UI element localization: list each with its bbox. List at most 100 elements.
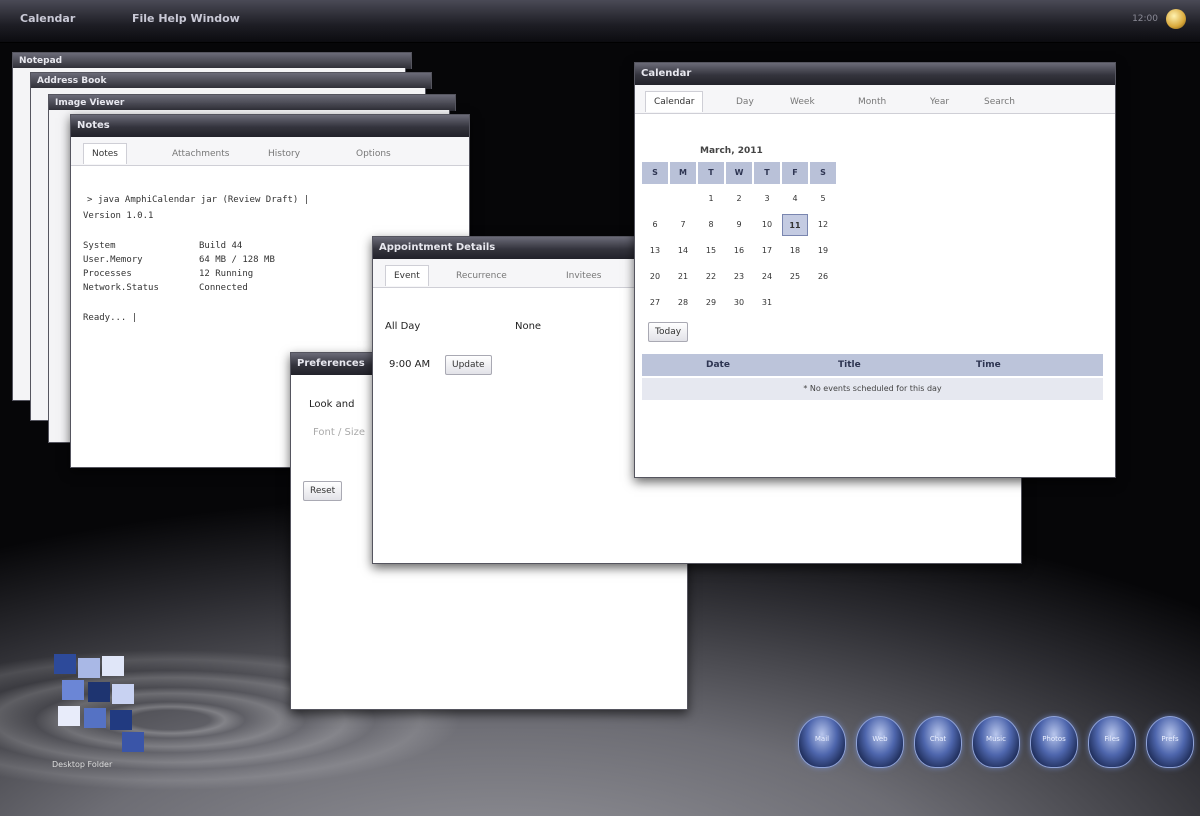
notes-header-line-1: > java AmphiCalendar jar (Review Draft) … (87, 195, 310, 205)
time-value[interactable]: 9:00 AM (389, 359, 430, 370)
event-column-date[interactable]: Date (706, 354, 730, 376)
calendar-day-header: S (810, 162, 836, 184)
calendar-window-title[interactable]: Calendar (635, 63, 1115, 85)
notes-window-title[interactable]: Notes (71, 115, 469, 137)
notes-header-line-2: Version 1.0.1 (83, 211, 154, 221)
tab-invitees[interactable]: Invitees (557, 265, 610, 286)
preferences-label-font: Font / Size (313, 427, 366, 438)
calendar-day[interactable]: 7 (670, 214, 696, 236)
clock-text: 12:00 (1132, 14, 1158, 24)
system-tray-icon[interactable] (1166, 9, 1186, 29)
update-button[interactable]: Update (445, 355, 492, 375)
tab-options[interactable]: Options (347, 143, 400, 164)
event-empty-row: * No events scheduled for this day (642, 378, 1103, 400)
dock-item-label: Photos (1042, 735, 1066, 743)
calendar-day[interactable]: 21 (670, 266, 696, 288)
dock-item-label: Files (1104, 735, 1120, 743)
calendar-day[interactable]: 8 (698, 214, 724, 236)
dock-item-label: Chat (929, 735, 947, 743)
calendar-day[interactable]: 13 (642, 240, 668, 262)
notes-row-label: User.Memory (83, 255, 143, 265)
notes-row-label: Processes (83, 269, 132, 279)
desktop-folder-icon[interactable] (54, 654, 146, 754)
calendar-day[interactable]: 19 (810, 240, 836, 262)
calendar-day[interactable]: 25 (782, 266, 808, 288)
calendar-day-header: T (698, 162, 724, 184)
calendar-month-label: March, 2011 (700, 146, 763, 156)
calendar-day[interactable]: 3 (754, 188, 780, 210)
tab-notes[interactable]: Notes (83, 143, 127, 164)
calendar-day[interactable]: 22 (698, 266, 724, 288)
dock-item-label: Web (872, 735, 888, 743)
notes-footer: Ready... | (83, 313, 138, 323)
today-button[interactable]: Today (648, 322, 689, 342)
top-menu-bar: Calendar File Help Window 12:00 (0, 0, 1200, 43)
calendar-day-today[interactable]: 11 (782, 214, 808, 236)
event-table-header: Date Title Time (642, 354, 1103, 376)
desktop-icon-label: Desktop Folder (52, 760, 113, 769)
calendar-day[interactable]: 9 (726, 214, 752, 236)
calendar-tabs: Calendar Day Week Month Year Search (635, 85, 1115, 114)
dock-item-prefs[interactable]: Prefs (1146, 716, 1194, 768)
calendar-day[interactable]: 30 (726, 292, 752, 314)
tab-year[interactable]: Year (921, 91, 958, 112)
all-day-value[interactable]: None (515, 321, 541, 332)
notes-row-label: Network.Status (83, 283, 159, 293)
calendar-day-header: M (670, 162, 696, 184)
tab-calendar[interactable]: Calendar (645, 91, 704, 112)
calendar-day[interactable]: 6 (642, 214, 668, 236)
notes-row-label: System (83, 241, 116, 251)
dock-item-web[interactable]: Web (856, 716, 904, 768)
calendar-day[interactable]: 27 (642, 292, 668, 314)
calendar-day[interactable]: 29 (698, 292, 724, 314)
window-image-viewer-title[interactable]: Image Viewer (48, 94, 456, 111)
reset-button[interactable]: Reset (303, 481, 343, 501)
calendar-day[interactable]: 1 (698, 188, 724, 210)
calendar-day[interactable]: 12 (810, 214, 836, 236)
calendar-day[interactable]: 14 (670, 240, 696, 262)
menu-calendar[interactable]: Calendar (20, 12, 75, 25)
tab-event[interactable]: Event (385, 265, 429, 286)
dock-item-music[interactable]: Music (972, 716, 1020, 768)
calendar-day[interactable]: 20 (642, 266, 668, 288)
notes-row-value: Connected (199, 283, 248, 293)
dock-item-photos[interactable]: Photos (1030, 716, 1078, 768)
calendar-day[interactable]: 10 (754, 214, 780, 236)
calendar-day[interactable]: 31 (754, 292, 780, 314)
calendar-day[interactable]: 18 (782, 240, 808, 262)
dock-item-chat[interactable]: Chat (914, 716, 962, 768)
dock-item-label: Prefs (1161, 735, 1179, 743)
calendar-day[interactable]: 23 (726, 266, 752, 288)
calendar-day-header: W (726, 162, 752, 184)
menu-file-help-window[interactable]: File Help Window (132, 12, 240, 25)
calendar-day[interactable]: 2 (726, 188, 752, 210)
calendar-day[interactable]: 4 (782, 188, 808, 210)
calendar-day[interactable]: 16 (726, 240, 752, 262)
event-column-time[interactable]: Time (976, 354, 1001, 376)
all-day-label: All Day (385, 321, 421, 332)
event-column-title[interactable]: Title (838, 354, 861, 376)
tab-recurrence[interactable]: Recurrence (447, 265, 516, 286)
window-address-book-title[interactable]: Address Book (30, 72, 432, 89)
calendar-day-header: F (782, 162, 808, 184)
dock-item-mail[interactable]: Mail (798, 716, 846, 768)
calendar-day-header: T (754, 162, 780, 184)
notes-tabs: Notes Attachments History Options (71, 137, 469, 166)
tab-day[interactable]: Day (727, 91, 763, 112)
window-notepad-title[interactable]: Notepad (12, 52, 412, 69)
calendar-day[interactable]: 5 (810, 188, 836, 210)
calendar-day[interactable]: 28 (670, 292, 696, 314)
calendar-day[interactable]: 24 (754, 266, 780, 288)
dock-item-files[interactable]: Files (1088, 716, 1136, 768)
calendar-day[interactable]: 15 (698, 240, 724, 262)
tab-search[interactable]: Search (975, 91, 1024, 112)
tab-month[interactable]: Month (849, 91, 895, 112)
notes-row-value: Build 44 (199, 241, 243, 251)
tab-attachments[interactable]: Attachments (163, 143, 238, 164)
tab-history[interactable]: History (259, 143, 309, 164)
calendar-day[interactable]: 26 (810, 266, 836, 288)
calendar-day[interactable]: 17 (754, 240, 780, 262)
notes-row-value: 12 Running (199, 269, 254, 279)
calendar-day-header: S (642, 162, 668, 184)
tab-week[interactable]: Week (781, 91, 824, 112)
